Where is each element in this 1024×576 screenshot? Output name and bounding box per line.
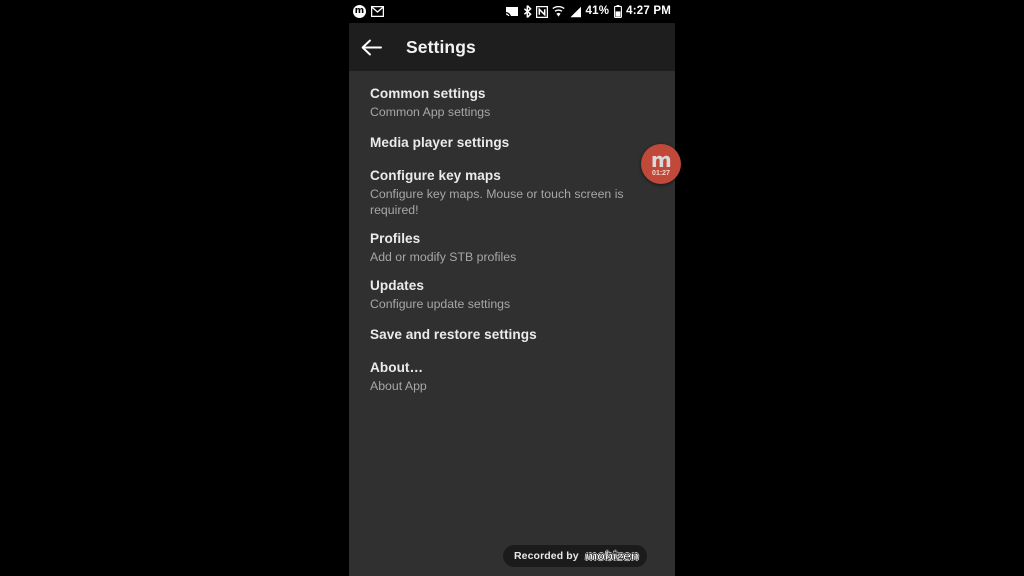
settings-item-media-player-settings[interactable]: Media player settings bbox=[349, 126, 675, 161]
nfc-icon bbox=[535, 5, 548, 18]
bluetooth-icon bbox=[523, 5, 532, 18]
item-title: Configure key maps bbox=[370, 168, 501, 183]
mobizen-logo-glyph: m bbox=[650, 148, 672, 172]
cellular-signal-icon bbox=[569, 6, 582, 18]
item-summary: Configure update settings bbox=[370, 297, 511, 311]
settings-list: Common settings Common App settings Medi… bbox=[349, 71, 675, 576]
status-bar-left-icons: m bbox=[353, 5, 384, 18]
item-summary: About App bbox=[370, 379, 427, 393]
mobizen-floating-record-button[interactable]: m 01:27 bbox=[641, 144, 681, 184]
settings-item-about[interactable]: About… About App bbox=[349, 353, 675, 400]
recorded-by-watermark: Recorded by mobizen bbox=[503, 545, 648, 567]
screen-recording-frame: m 41% 4:27 PM Settings Common settings C… bbox=[0, 0, 1024, 576]
settings-item-common-settings[interactable]: Common settings Common App settings bbox=[349, 79, 675, 126]
wifi-icon bbox=[551, 6, 565, 17]
mobizen-wordmark: mobizen bbox=[584, 549, 639, 564]
back-button[interactable] bbox=[349, 23, 393, 71]
item-title: Updates bbox=[370, 278, 424, 293]
battery-icon bbox=[614, 5, 623, 18]
letterbox-right bbox=[675, 0, 1024, 576]
mobizen-notification-glyph: m bbox=[353, 5, 366, 18]
item-summary: Common App settings bbox=[370, 105, 491, 119]
phone-viewport: m 41% 4:27 PM Settings Common settings C… bbox=[349, 0, 675, 576]
clock-label: 4:27 PM bbox=[626, 4, 671, 17]
page-title: Settings bbox=[406, 36, 476, 57]
settings-item-profiles[interactable]: Profiles Add or modify STB profiles bbox=[349, 224, 675, 271]
watermark-prefix-label: Recorded by bbox=[514, 549, 579, 562]
item-title: Media player settings bbox=[370, 135, 510, 150]
item-title: Save and restore settings bbox=[370, 327, 537, 342]
status-bar-right-icons: 41% 4:27 PM bbox=[504, 4, 672, 18]
item-title: Common settings bbox=[370, 86, 486, 101]
settings-item-updates[interactable]: Updates Configure update settings bbox=[349, 271, 675, 318]
back-arrow-icon bbox=[361, 39, 382, 55]
item-summary: Add or modify STB profiles bbox=[370, 250, 517, 264]
settings-item-configure-key-maps[interactable]: Configure key maps Configure key maps. M… bbox=[349, 161, 675, 224]
mobizen-notification-icon: m bbox=[353, 5, 366, 18]
status-bar: m 41% 4:27 PM bbox=[349, 0, 675, 23]
item-summary: Configure key maps. Mouse or touch scree… bbox=[370, 187, 624, 217]
cast-icon bbox=[504, 6, 519, 18]
app-bar: Settings bbox=[349, 23, 675, 71]
letterbox-left bbox=[0, 0, 349, 576]
item-title: About… bbox=[370, 360, 424, 375]
gmail-icon bbox=[371, 6, 384, 17]
item-title: Profiles bbox=[370, 231, 421, 246]
battery-percent-label: 41% bbox=[585, 4, 610, 17]
settings-item-save-and-restore-settings[interactable]: Save and restore settings bbox=[349, 318, 675, 353]
recording-timer: 01:27 bbox=[652, 170, 670, 177]
